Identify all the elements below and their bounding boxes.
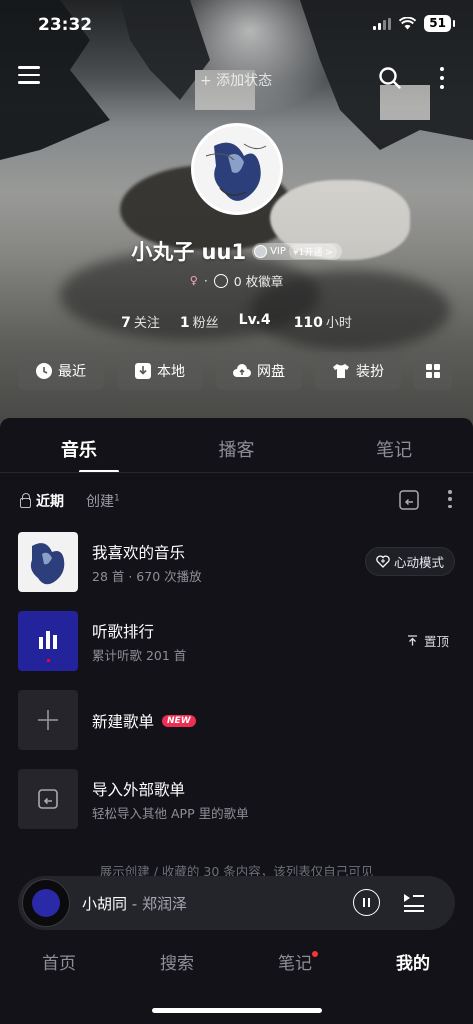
playlist-title: 新建歌单 NEW (92, 710, 196, 732)
song-artist: 郑润泽 (141, 895, 187, 913)
stat-following[interactable]: 7 关注 (121, 312, 160, 331)
clock-icon (36, 363, 52, 379)
song-title: 小胡同 (82, 895, 128, 913)
vip-badge[interactable]: VIP ¥1开通 > (252, 242, 342, 260)
profile-name[interactable]: 小丸子 uu1 (131, 236, 246, 266)
stat-level[interactable]: Lv.4 (239, 312, 274, 331)
vip-label: VIP (270, 245, 286, 257)
import-icon[interactable] (399, 490, 419, 510)
local-button[interactable]: 本地 (117, 352, 203, 390)
heartbeat-mode-button[interactable]: 心动模式 (364, 547, 455, 576)
nav-home[interactable]: 首页 (0, 949, 118, 974)
gender-female-icon: ♀ (189, 274, 198, 287)
vip-icon (254, 244, 268, 258)
wifi-icon (399, 17, 417, 30)
notification-dot (312, 951, 318, 957)
chart-cover (18, 611, 78, 671)
bottom-nav: 首页 搜索 笔记 我的 (0, 949, 473, 974)
medal-icon (213, 273, 228, 288)
liked-music-cover (18, 532, 78, 592)
tab-music[interactable]: 音乐 (0, 436, 158, 462)
dot-separator: · (203, 273, 208, 288)
playlist-subtitle: 28 首 · 670 次播放 (92, 569, 202, 584)
playlist-queue-icon[interactable] (402, 890, 426, 914)
content-sheet: 音乐 播客 笔记 近期 创建1 我喜欢的音乐 28 首 · 670 次播放 心动… (0, 418, 473, 1024)
menu-icon[interactable] (18, 66, 40, 86)
nav-search[interactable]: 搜索 (118, 949, 236, 974)
import-playlist-cover (18, 769, 78, 829)
nav-mine[interactable]: 我的 (354, 949, 472, 974)
list-item[interactable]: 我喜欢的音乐 28 首 · 670 次播放 心动模式 (18, 532, 455, 592)
list-item[interactable]: 听歌排行 累计听歌 201 首 置顶 (18, 611, 455, 671)
playlist-subtitle: 轻松导入其他 APP 里的歌单 (92, 806, 249, 821)
pin-top-icon (407, 635, 417, 646)
list-item[interactable]: 新建歌单 NEW (18, 690, 455, 750)
vip-open-button[interactable]: ¥1开通 > (288, 243, 337, 259)
playlist-title: 听歌排行 (92, 623, 155, 641)
battery-icon: 51 (424, 15, 455, 32)
nav-notes[interactable]: 笔记 (236, 949, 354, 974)
search-icon[interactable] (378, 66, 402, 90)
new-badge: NEW (162, 715, 196, 727)
new-playlist-cover (18, 690, 78, 750)
filter-created[interactable]: 创建1 (86, 491, 120, 511)
stat-fans[interactable]: 1 粉丝 (180, 312, 219, 331)
cloud-upload-icon (233, 364, 251, 377)
lock-icon (20, 492, 31, 508)
pin-top-button[interactable]: 置顶 (407, 631, 449, 650)
shirt-icon (333, 364, 349, 378)
tab-notes[interactable]: 笔记 (315, 436, 473, 462)
plus-icon (38, 710, 58, 730)
playlist-title: 导入外部歌单 (92, 781, 186, 799)
album-disc[interactable] (22, 879, 70, 927)
cloud-drive-button[interactable]: 网盘 (216, 352, 302, 390)
pause-button[interactable] (353, 889, 380, 916)
playlist-subtitle: 累计听歌 201 首 (92, 648, 187, 663)
playlist-filter: 近期 创建1 (20, 491, 120, 511)
divider (0, 472, 473, 473)
signal-icon (373, 17, 392, 30)
badge-count[interactable]: 0 枚徽章 (234, 271, 283, 290)
quick-actions: 最近 本地 网盘 装扮 (18, 352, 452, 390)
stat-listen-hours[interactable]: 110 小时 (294, 312, 352, 331)
heart-icon (376, 555, 390, 568)
home-indicator[interactable] (152, 1008, 322, 1013)
download-box-icon (135, 363, 151, 379)
avatar[interactable] (191, 123, 283, 215)
tab-podcast[interactable]: 播客 (158, 436, 316, 462)
status-icons: 51 (373, 15, 455, 32)
avatar-image (194, 126, 280, 212)
profile-name-row: 小丸子 uu1 VIP ¥1开通 > (0, 236, 473, 266)
grid-icon (426, 364, 440, 378)
import-icon (38, 789, 58, 809)
list-more-icon[interactable] (448, 490, 452, 508)
playlist-title: 我喜欢的音乐 (92, 544, 186, 562)
filter-recent[interactable]: 近期 (20, 491, 64, 511)
more-icon[interactable] (438, 67, 446, 89)
now-playing[interactable]: 小胡同 - 郑润泽 (82, 893, 187, 914)
add-status-button[interactable]: + 添加状态 (200, 70, 272, 90)
content-tabs: 音乐 播客 笔记 (0, 436, 473, 462)
song-separator: - (127, 895, 142, 913)
badge-row: ♀ · 0 枚徽章 (0, 271, 473, 290)
playlist-list: 我喜欢的音乐 28 首 · 670 次播放 心动模式 听歌排行 累计听歌 201… (18, 532, 455, 848)
mini-player[interactable]: 小胡同 - 郑润泽 (18, 876, 455, 930)
album-art (32, 889, 60, 917)
recent-button[interactable]: 最近 (18, 352, 104, 390)
more-apps-button[interactable] (414, 352, 452, 390)
profile-stats: 7 关注 1 粉丝 Lv.4 110 小时 (0, 312, 473, 331)
list-item[interactable]: 导入外部歌单 轻松导入其他 APP 里的歌单 (18, 769, 455, 829)
ranking-bars-icon (39, 631, 57, 662)
dress-up-button[interactable]: 装扮 (315, 352, 401, 390)
status-time: 23:32 (38, 15, 93, 35)
